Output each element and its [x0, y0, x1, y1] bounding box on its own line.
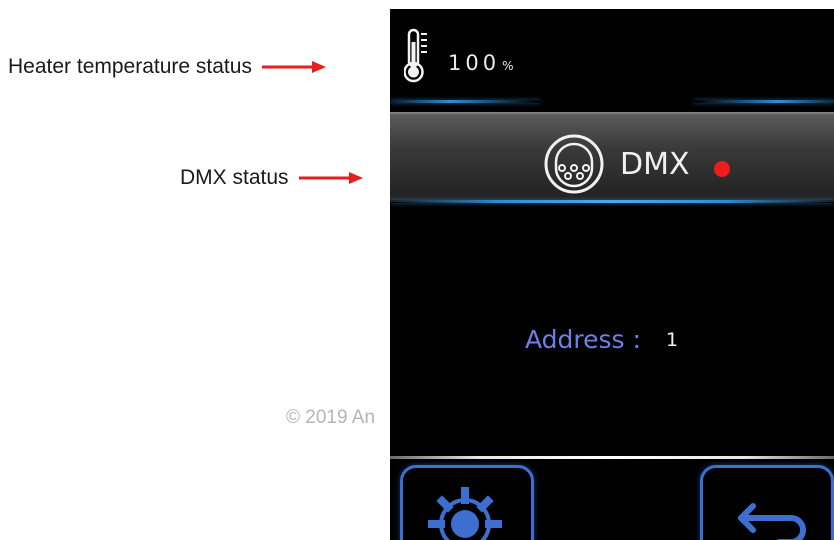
- annotation-label: DMX status: [180, 166, 289, 189]
- gear-icon: [428, 487, 502, 540]
- dmx-connector-icon: [544, 134, 604, 194]
- address-row: Address : 1: [390, 325, 834, 365]
- heater-temperature-annotation: Heater temperature status: [8, 52, 326, 82]
- divider-glow: [390, 200, 834, 203]
- dmx-status-annotation: DMX status: [180, 163, 363, 193]
- arrow-right-icon: [261, 60, 326, 74]
- settings-button[interactable]: [400, 465, 534, 540]
- arrow-right-icon: [298, 171, 363, 185]
- copyright-watermark: © 2019 An: [286, 407, 376, 428]
- dmx-label: DMX: [620, 147, 690, 182]
- annotation-label: Heater temperature status: [8, 55, 252, 78]
- divider-glow: [390, 100, 540, 103]
- divider-glow: [694, 100, 834, 103]
- temperature-value: 100: [448, 51, 501, 75]
- thermometer-icon: [404, 28, 427, 83]
- divider: [390, 456, 834, 459]
- dmx-status-bar: [390, 112, 834, 202]
- device-screen: 100% DMX Address : 1: [390, 9, 834, 540]
- back-button[interactable]: [700, 465, 834, 540]
- address-label: Address :: [525, 325, 641, 354]
- address-value: 1: [666, 329, 679, 351]
- heater-temperature-readout: 100%: [448, 51, 514, 75]
- dmx-status-indicator: [714, 161, 730, 177]
- back-arrow-icon: [738, 503, 806, 540]
- status-bar: 100%: [390, 9, 834, 109]
- temperature-unit: %: [502, 59, 514, 73]
